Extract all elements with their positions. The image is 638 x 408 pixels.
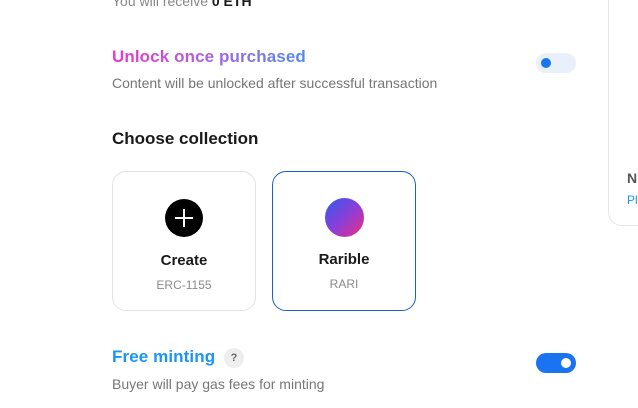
- collection-card-standard: ERC-1155: [156, 278, 212, 292]
- receive-summary: You will receive 0 ETH: [112, 0, 252, 9]
- collection-card-name: Create: [160, 252, 208, 269]
- unlock-subtitle: Content will be unlocked after successfu…: [112, 75, 438, 91]
- collection-card-rarible[interactable]: Rarible RARI: [272, 171, 416, 311]
- choose-collection-heading: Choose collection: [112, 129, 259, 148]
- receive-prefix: You will receive: [112, 0, 208, 9]
- free-minting-subtitle: Buyer will pay gas fees for minting: [112, 376, 325, 392]
- free-minting-title: Free minting: [112, 347, 216, 366]
- help-icon[interactable]: ?: [224, 348, 244, 368]
- plus-icon: [165, 199, 203, 237]
- collection-card-create[interactable]: Create ERC-1155: [112, 171, 256, 311]
- preview-link-fragment[interactable]: Pl: [627, 193, 638, 207]
- toggle-knob: [541, 58, 551, 68]
- collection-card-symbol: RARI: [329, 277, 359, 291]
- collection-card-name: Rarible: [318, 251, 370, 268]
- receive-amount: 0 ETH: [211, 0, 252, 9]
- listing-settings-page: You will receive 0 ETH Unlock once purch…: [0, 0, 638, 408]
- free-minting-toggle[interactable]: [536, 353, 576, 373]
- unlock-toggle[interactable]: [536, 53, 576, 73]
- rarible-logo-icon: [324, 198, 364, 237]
- toggle-knob: [561, 358, 571, 368]
- preview-label-fragment: N: [627, 170, 638, 186]
- unlock-once-purchased-title: Unlock once purchased: [112, 47, 306, 66]
